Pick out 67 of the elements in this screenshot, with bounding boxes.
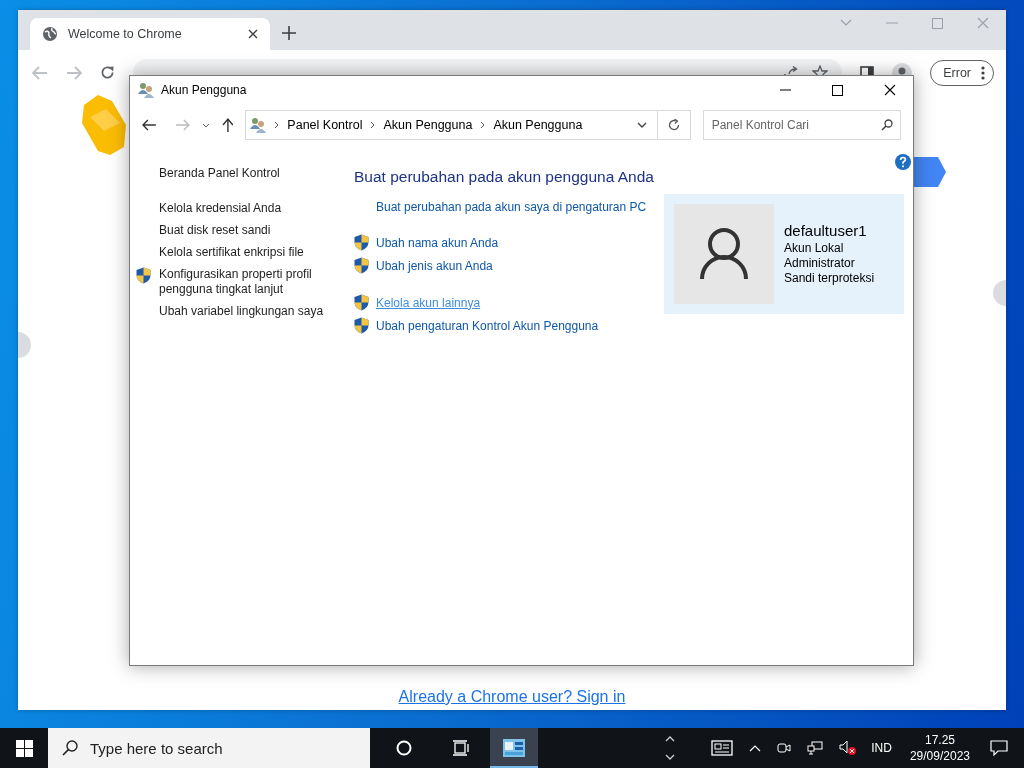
sidebar-link[interactable]: Beranda Panel Kontrol xyxy=(159,166,342,181)
reload-icon[interactable] xyxy=(100,65,115,80)
maximize-icon[interactable] xyxy=(832,84,843,96)
clock-date: 29/09/2023 xyxy=(909,748,970,764)
task-link[interactable]: Buat perubahan pada akun saya di pengaturan PC xyxy=(376,200,647,214)
refresh-icon xyxy=(667,119,680,131)
browser-tab[interactable]: Welcome to Chrome xyxy=(30,18,270,50)
chevron-icon xyxy=(480,121,486,129)
chevron-icon xyxy=(274,121,280,129)
close-icon[interactable] xyxy=(884,84,896,96)
window-title: Akun Pengguna xyxy=(161,83,247,97)
user-name: defaultuser1 xyxy=(784,222,868,239)
close-tab-icon[interactable] xyxy=(248,29,258,39)
account-detail: Akun Lokal xyxy=(784,241,845,256)
breadcrumb-item[interactable]: Akun Pengguna xyxy=(493,118,583,132)
news-icon[interactable] xyxy=(711,740,734,756)
recent-locations-icon[interactable] xyxy=(201,122,210,128)
search-icon xyxy=(62,740,78,756)
chevron-up-icon[interactable] xyxy=(749,744,762,752)
account-detail: Sandi terproteksi xyxy=(784,271,875,286)
user-avatar-icon xyxy=(674,204,774,304)
more-icon xyxy=(981,65,985,80)
sidebar-link[interactable]: Kelola sertifikat enkripsi file xyxy=(159,245,329,260)
taskbar-search-field[interactable]: Type here to search xyxy=(48,728,370,768)
task-link[interactable]: Ubah jenis akun Anda xyxy=(376,258,493,273)
clock[interactable]: 17.25 29/09/2023 xyxy=(909,732,970,764)
task-link[interactable]: Ubah pengaturan Kontrol Akun Pengguna xyxy=(376,318,599,333)
taskbar-scroll-icon[interactable] xyxy=(665,735,675,761)
breadcrumb-item[interactable]: Panel Kontrol xyxy=(287,118,363,132)
search-field[interactable]: Panel Kontrol Cari xyxy=(702,110,901,140)
network-icon[interactable] xyxy=(807,741,824,755)
new-tab-icon[interactable] xyxy=(282,26,296,40)
sidebar-link[interactable]: Konfigurasikan properti profil pengguna tingkat lanjut xyxy=(159,267,329,297)
account-detail: Administrator xyxy=(784,256,856,271)
sidebar-link[interactable]: Kelola kredensial Anda xyxy=(159,201,329,216)
tab-title: Welcome to Chrome xyxy=(68,27,183,41)
volume-muted-icon[interactable] xyxy=(839,740,858,756)
chevron-icon xyxy=(370,121,376,129)
dropdown-icon[interactable] xyxy=(637,122,648,128)
language-indicator[interactable]: IND xyxy=(871,741,892,755)
page-heading: Buat perubahan pada akun pengguna Anda xyxy=(354,168,655,186)
users-icon xyxy=(250,117,267,133)
cortana-icon[interactable] xyxy=(396,740,412,756)
up-icon[interactable] xyxy=(221,118,234,132)
control-panel-icon xyxy=(503,739,525,757)
back-icon[interactable] xyxy=(142,119,156,131)
help-icon[interactable] xyxy=(895,154,911,170)
globe-icon xyxy=(42,26,58,42)
address-bar[interactable]: Panel Kontrol Akun Pengguna Akun Pengguna xyxy=(245,110,659,140)
hexagon-drawing xyxy=(914,157,946,187)
sign-in-link[interactable]: Already a Chrome user? Sign in xyxy=(398,688,626,706)
breadcrumb-item[interactable]: Akun Pengguna xyxy=(383,118,473,132)
search-icon xyxy=(881,119,893,131)
notification-icon[interactable] xyxy=(990,740,1008,756)
task-view-icon[interactable] xyxy=(452,740,470,756)
sidebar-link[interactable]: Ubah variabel lingkungan saya xyxy=(159,304,329,319)
circle-drawing xyxy=(993,280,1006,306)
task-link[interactable]: Ubah nama akun Anda xyxy=(376,235,499,250)
taskbar-app[interactable] xyxy=(490,728,538,768)
camera-icon[interactable] xyxy=(777,741,792,755)
task-link[interactable]: Kelola akun lainnya xyxy=(376,295,481,310)
windows-start-icon[interactable] xyxy=(16,739,33,757)
refresh-button[interactable] xyxy=(658,110,691,140)
clock-time: 17.25 xyxy=(924,732,955,748)
users-icon xyxy=(138,82,154,98)
sidebar-link[interactable]: Buat disk reset sandi xyxy=(159,223,329,238)
profile-error-button[interactable]: Error xyxy=(930,59,994,86)
